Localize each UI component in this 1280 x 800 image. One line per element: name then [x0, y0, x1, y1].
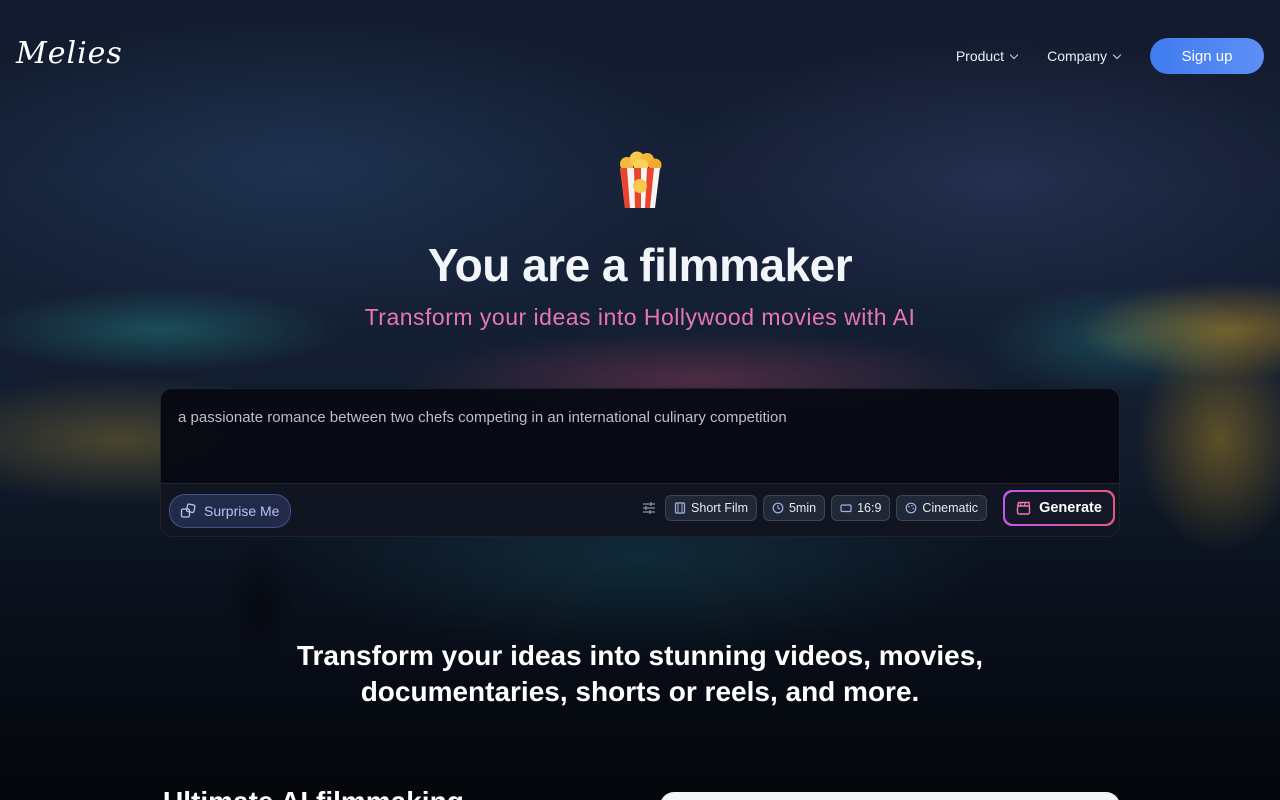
top-nav: Product Company Sign up — [956, 38, 1264, 74]
tagline: Transform your ideas into stunning video… — [0, 638, 1280, 710]
surprise-me-button[interactable]: Surprise Me — [169, 494, 292, 528]
aspect-ratio-icon — [840, 504, 852, 513]
page: Melies Product Company Sign up You are a… — [0, 0, 1280, 800]
signup-button[interactable]: Sign up — [1150, 38, 1264, 74]
section-heading: Ultimate AI filmmaking — [163, 786, 464, 800]
prompt-input[interactable]: a passionate romance between two chefs c… — [178, 409, 1078, 426]
chip-format-label: Short Film — [691, 501, 748, 515]
sliders-icon[interactable] — [641, 500, 657, 516]
chip-format[interactable]: Short Film — [665, 495, 757, 521]
popcorn-icon — [620, 151, 662, 208]
clock-icon — [772, 502, 784, 514]
chevron-down-icon — [1112, 50, 1122, 59]
prompt-box: a passionate romance between two chefs c… — [160, 388, 1120, 537]
chip-aspect-label: 16:9 — [857, 501, 882, 515]
film-icon — [674, 502, 686, 514]
prompt-options: Short Film 5min 16:9 Cinematic Generate — [641, 490, 1115, 526]
nav-product[interactable]: Product — [955, 48, 1019, 64]
section-card — [660, 792, 1120, 800]
hero-title: You are a filmmaker — [427, 239, 853, 291]
tagline-line-2: documentaries, shorts or reels, and more… — [360, 676, 920, 707]
chip-duration-label: 5min — [788, 501, 817, 515]
nav-company[interactable]: Company — [1047, 48, 1122, 64]
tagline-line-1: Transform your ideas into stunning video… — [296, 640, 984, 671]
hero-subtitle: Transform your ideas into Hollywood movi… — [364, 304, 916, 330]
generate-button[interactable]: Generate — [1003, 490, 1115, 526]
chip-style-label: Cinematic — [922, 501, 978, 515]
logo[interactable]: Melies — [16, 36, 123, 71]
generate-label: Generate — [1039, 500, 1102, 516]
nav-product-label: Product — [955, 48, 1005, 64]
generate-wrapper: Generate — [1003, 490, 1115, 526]
clapperboard-icon — [1016, 501, 1031, 515]
chevron-down-icon — [1009, 50, 1019, 59]
chip-style[interactable]: Cinematic — [896, 495, 987, 521]
chip-aspect[interactable]: 16:9 — [831, 495, 891, 521]
chip-duration[interactable]: 5min — [762, 495, 826, 521]
prompt-toolbar: Surprise Me Short Film 5min 16:9 Cinemat… — [161, 483, 1119, 536]
surprise-me-label: Surprise Me — [204, 503, 280, 519]
nav-company-label: Company — [1047, 48, 1107, 64]
palette-icon — [906, 502, 917, 514]
dice-icon — [180, 503, 196, 518]
